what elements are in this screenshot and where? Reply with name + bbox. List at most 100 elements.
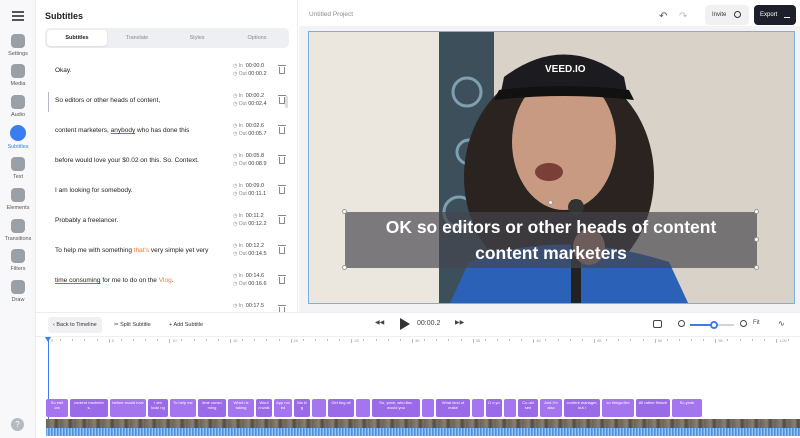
timeline[interactable]: 0 5 10 15 20 25 30 35 40 45 50 55 1:00 So edit ors co… bbox=[36, 336, 800, 438]
out-time[interactable]: ◷ Out 00:14.5 bbox=[233, 250, 267, 258]
subtitle-clip[interactable]: So edit ors bbox=[46, 399, 68, 417]
invite-button[interactable]: Invite bbox=[705, 5, 749, 25]
subtitle-clip[interactable]: so things like bbox=[602, 399, 634, 417]
add-subtitle-button[interactable]: + Add Subtitle bbox=[169, 317, 203, 333]
subtitle-clip[interactable]: Ma ki g bbox=[294, 399, 310, 417]
split-subtitle-button[interactable]: ✂ Split Subtitle bbox=[114, 317, 151, 333]
out-time[interactable]: ◷ Out 00:16.6 bbox=[233, 280, 267, 288]
subtitle-clip[interactable]: So, yeah, who like, would you bbox=[372, 399, 420, 417]
delete-icon[interactable] bbox=[278, 125, 286, 134]
rail-item-transitions[interactable]: Transitions bbox=[0, 219, 36, 249]
tab-subtitles[interactable]: Subtitles bbox=[47, 30, 107, 46]
in-time[interactable]: ◷ In 00:02.6 bbox=[233, 122, 267, 130]
out-time[interactable]: ◷ Out 00:00.2 bbox=[233, 70, 267, 78]
tab-styles[interactable]: Styles bbox=[167, 30, 227, 46]
subtitle-text[interactable]: So editors or other heads of content, bbox=[55, 97, 160, 104]
out-value[interactable]: 00:11.1 bbox=[248, 191, 266, 197]
delete-icon[interactable] bbox=[278, 65, 286, 74]
subtitle-clip[interactable]: App rov ed bbox=[274, 399, 292, 417]
resize-handle-r[interactable] bbox=[754, 237, 759, 242]
subtitle-row[interactable]: So editors or other heads of content, ◷ I… bbox=[45, 88, 291, 118]
volume-icon[interactable] bbox=[653, 320, 662, 328]
tab-translate[interactable]: Translate bbox=[107, 30, 167, 46]
subtitle-clip[interactable]: Which is taking bbox=[228, 399, 254, 417]
in-value[interactable]: 00:11.2 bbox=[246, 213, 264, 219]
subtitle-row[interactable]: To help me with something that's very si… bbox=[45, 238, 291, 268]
out-time[interactable]: ◷ Out 00:05.7 bbox=[233, 130, 267, 138]
in-value[interactable]: 00:00.0 bbox=[246, 63, 264, 69]
in-time[interactable]: ◷ In 00:05.8 bbox=[233, 152, 267, 160]
subtitle-clip[interactable]: Co uld seri bbox=[518, 399, 538, 417]
rotate-handle[interactable] bbox=[548, 200, 553, 205]
subtitle-row[interactable]: I am looking for somebody. ◷ In 00:09.0 ◷ … bbox=[45, 178, 291, 208]
subtitle-clip[interactable]: I am looki ng bbox=[148, 399, 168, 417]
subtitle-text[interactable]: time consuming for me to do on the Vlog. bbox=[55, 277, 174, 284]
project-title[interactable]: Untitled Project bbox=[309, 11, 353, 18]
out-time[interactable]: ◷ Out 00:08.9 bbox=[233, 160, 267, 168]
back-to-timeline-button[interactable]: ‹ Back to Timeline bbox=[48, 317, 102, 333]
audio-waveform[interactable] bbox=[46, 428, 800, 436]
subtitle-clip[interactable]: before would love bbox=[110, 399, 146, 417]
out-value[interactable]: 00:05.7 bbox=[248, 131, 266, 137]
redo-icon[interactable]: ↷ bbox=[679, 11, 687, 22]
delete-icon[interactable] bbox=[278, 275, 286, 284]
subtitle-text[interactable]: before would love your $0.02 on this. So… bbox=[55, 157, 199, 164]
subtitle-clip[interactable] bbox=[356, 399, 370, 417]
subtitle-row[interactable]: Okay. ◷ In 00:00.0 ◷ Out 00:00.2 bbox=[45, 58, 291, 88]
subtitle-clip[interactable]: To help me bbox=[170, 399, 196, 417]
in-time[interactable]: ◷ In 00:09.0 bbox=[233, 182, 266, 190]
subtitle-clip[interactable]: content marketer s, bbox=[70, 399, 108, 417]
subtitle-text[interactable]: To help me with something that's very si… bbox=[55, 247, 208, 254]
rail-item-subtitles[interactable]: Subtitles bbox=[0, 125, 36, 155]
subtitle-text[interactable]: Okay. bbox=[55, 67, 72, 74]
subtitle-clip[interactable]: Woul d walk bbox=[256, 399, 272, 417]
subtitle-clip[interactable]: time consu ming bbox=[198, 399, 226, 417]
rail-item-media[interactable]: Media bbox=[0, 64, 36, 94]
tab-options[interactable]: Options bbox=[227, 30, 287, 46]
out-value[interactable]: 00:14.5 bbox=[248, 251, 266, 257]
in-value[interactable]: 00:17.5 bbox=[246, 303, 264, 309]
resize-handle-bl[interactable] bbox=[342, 265, 347, 270]
rail-item-draw[interactable]: Draw bbox=[0, 280, 36, 310]
subtitle-text[interactable]: content marketers, anybody who has done … bbox=[55, 127, 189, 134]
out-time[interactable]: ◷ Out 00:12.2 bbox=[233, 220, 267, 228]
rail-item-text[interactable]: Text bbox=[0, 157, 36, 187]
export-button[interactable]: Export bbox=[754, 5, 796, 25]
in-time[interactable]: ◷ In 00:00.0 bbox=[233, 62, 267, 70]
in-time[interactable]: ◷ In 00:14.6 bbox=[233, 272, 267, 280]
delete-icon[interactable] bbox=[278, 245, 286, 254]
in-value[interactable]: 00:09.0 bbox=[246, 183, 264, 189]
video-frame[interactable]: VEED.IO OK so editors or other heads of … bbox=[308, 31, 795, 304]
out-value[interactable]: 00:12.2 bbox=[248, 221, 266, 227]
in-time[interactable]: ◷ In 00:00.2 bbox=[233, 92, 267, 100]
subtitle-clip[interactable] bbox=[472, 399, 484, 417]
resize-handle-tl[interactable] bbox=[342, 209, 347, 214]
rail-item-audio[interactable]: Audio bbox=[0, 95, 36, 125]
in-value[interactable]: 00:00.2 bbox=[246, 93, 264, 99]
subtitle-clip[interactable]: D o yo bbox=[486, 399, 502, 417]
time-ruler[interactable]: 0 5 10 15 20 25 30 35 40 45 50 55 1:00 bbox=[36, 337, 800, 347]
help-icon[interactable]: ? bbox=[11, 418, 24, 431]
panel-scrollbar[interactable] bbox=[285, 96, 288, 108]
in-value[interactable]: 00:14.6 bbox=[246, 273, 264, 279]
delete-icon[interactable] bbox=[278, 215, 286, 224]
zoom-out-icon[interactable] bbox=[678, 320, 685, 327]
delete-icon[interactable] bbox=[278, 155, 286, 164]
rail-item-settings[interactable]: Settings bbox=[0, 34, 36, 64]
in-time[interactable]: ◷ In 00:11.2 bbox=[233, 212, 267, 220]
in-value[interactable]: 00:05.8 bbox=[246, 153, 264, 159]
video-track-filmstrip[interactable] bbox=[46, 419, 800, 428]
resize-handle-br[interactable] bbox=[754, 265, 759, 270]
subtitle-clip[interactable] bbox=[504, 399, 516, 417]
subtitle-clip[interactable]: So yeah bbox=[672, 399, 702, 417]
zoom-slider-knob[interactable] bbox=[710, 321, 719, 329]
out-value[interactable]: 00:00.2 bbox=[248, 71, 266, 77]
in-value[interactable]: 00:02.6 bbox=[246, 123, 264, 129]
subtitle-clip[interactable]: Get ting all bbox=[328, 399, 354, 417]
subtitle-clip[interactable] bbox=[422, 399, 434, 417]
zoom-in-icon[interactable] bbox=[740, 320, 747, 327]
in-time[interactable]: ◷ In 00:12.2 bbox=[233, 242, 267, 250]
subtitle-overlay[interactable]: OK so editors or other heads of content … bbox=[345, 212, 757, 268]
subtitle-row[interactable]: time consuming for me to do on the Vlog.… bbox=[45, 268, 291, 298]
fast-forward-icon[interactable]: ▶▶ bbox=[455, 319, 464, 326]
